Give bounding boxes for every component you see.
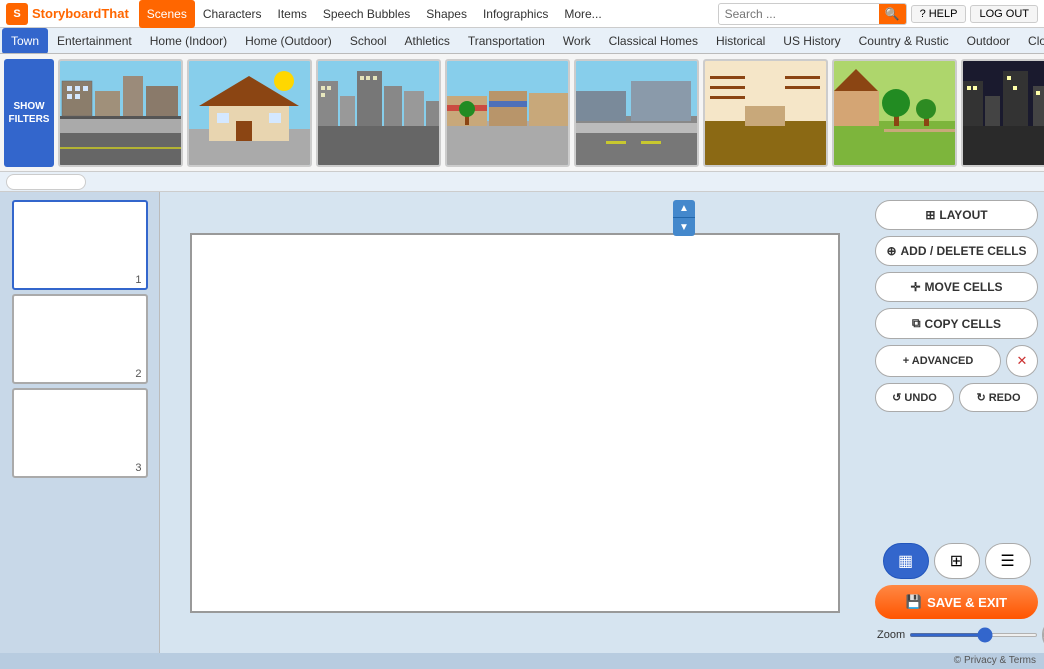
- undo-label: ↺ UNDO: [892, 391, 937, 404]
- page-thumb-1[interactable]: 1: [12, 200, 148, 290]
- pages-panel: 1 2 3: [0, 192, 160, 653]
- cat-home-indoor[interactable]: Home (Indoor): [141, 28, 236, 54]
- close-button[interactable]: ✕: [1006, 345, 1038, 377]
- nav-items[interactable]: Items: [270, 0, 315, 28]
- canvas-area: ▲ ▼: [160, 192, 869, 653]
- nav-characters[interactable]: Characters: [195, 0, 270, 28]
- layout-button[interactable]: ⊞ LAYOUT: [875, 200, 1038, 230]
- cat-us-history[interactable]: US History: [774, 28, 849, 54]
- copy-icon: ⧉: [912, 316, 921, 331]
- save-icon: 💾: [906, 594, 922, 610]
- add-delete-label: ADD / DELETE CELLS: [901, 244, 1027, 258]
- cat-work[interactable]: Work: [554, 28, 600, 54]
- logo[interactable]: S StoryboardThat: [6, 3, 129, 25]
- nav-more[interactable]: More...: [556, 0, 609, 28]
- nav-scenes[interactable]: Scenes: [139, 0, 195, 28]
- view-grid-1-icon: ▦: [898, 551, 913, 571]
- page-thumb-3[interactable]: 3: [12, 388, 148, 478]
- view-grid-1-button[interactable]: ▦: [883, 543, 929, 579]
- top-nav: S StoryboardThat Scenes Characters Items…: [0, 0, 1044, 28]
- scene-thumb-5[interactable]: [574, 59, 699, 167]
- nav-shapes[interactable]: Shapes: [418, 0, 475, 28]
- scene-thumb-1[interactable]: [58, 59, 183, 167]
- advanced-button[interactable]: + ADVANCED: [875, 345, 1001, 377]
- search-button[interactable]: 🔍: [879, 3, 906, 25]
- page-num-2: 2: [135, 368, 141, 380]
- logo-letter: S: [13, 8, 20, 20]
- save-exit-button[interactable]: 💾 SAVE & EXIT: [875, 585, 1038, 619]
- copy-cells-label: COPY CELLS: [925, 317, 1001, 331]
- move-cells-button[interactable]: ✛ MOVE CELLS: [875, 272, 1038, 302]
- privacy-bar: © Privacy & Terms: [0, 653, 1044, 669]
- cat-classical-homes[interactable]: Classical Homes: [600, 28, 707, 54]
- nav-speech-bubbles[interactable]: Speech Bubbles: [315, 0, 418, 28]
- scene-thumb-6[interactable]: [703, 59, 828, 167]
- cat-entertainment[interactable]: Entertainment: [48, 28, 141, 54]
- show-filters-button[interactable]: SHOW FILTERS: [4, 59, 54, 167]
- save-exit-label: SAVE & EXIT: [927, 595, 1007, 610]
- redo-label: ↻ REDO: [976, 391, 1020, 404]
- move-icon: ✛: [910, 280, 920, 294]
- logo-icon: S: [6, 3, 28, 25]
- view-grid-2-icon: ⊞: [950, 551, 963, 571]
- cat-town[interactable]: Town: [2, 28, 48, 54]
- copy-cells-button[interactable]: ⧉ COPY CELLS: [875, 308, 1038, 339]
- layout-icon: ⊞: [925, 208, 935, 222]
- filter-input[interactable]: [6, 174, 86, 190]
- layout-label: LAYOUT: [939, 208, 987, 222]
- cat-outdoor[interactable]: Outdoor: [958, 28, 1019, 54]
- cat-transportation[interactable]: Transportation: [459, 28, 554, 54]
- scroll-down-button[interactable]: ▼: [673, 218, 695, 236]
- scene-thumb-4[interactable]: [445, 59, 570, 167]
- scene-thumb-2[interactable]: [187, 59, 312, 167]
- search-input[interactable]: [719, 5, 879, 23]
- category-nav: Town Entertainment Home (Indoor) Home (O…: [0, 28, 1044, 54]
- view-grid-2-button[interactable]: ⊞: [934, 543, 980, 579]
- filter-bar: [0, 172, 1044, 192]
- redo-button[interactable]: ↻ REDO: [959, 383, 1038, 412]
- help-button[interactable]: ? HELP: [911, 5, 967, 23]
- scene-thumb-7[interactable]: [832, 59, 957, 167]
- cat-historical[interactable]: Historical: [707, 28, 774, 54]
- nav-infographics[interactable]: Infographics: [475, 0, 556, 28]
- privacy-text: © Privacy & Terms: [954, 655, 1036, 666]
- undo-button[interactable]: ↺ UNDO: [875, 383, 954, 412]
- cat-home-outdoor[interactable]: Home (Outdoor): [236, 28, 341, 54]
- advanced-row: + ADVANCED ✕: [875, 345, 1038, 377]
- view-list-button[interactable]: ☰: [985, 543, 1031, 579]
- cat-athletics[interactable]: Athletics: [396, 28, 459, 54]
- advanced-label: + ADVANCED: [903, 355, 974, 367]
- add-delete-icon: ⊕: [886, 244, 896, 258]
- add-delete-button[interactable]: ⊕ ADD / DELETE CELLS: [875, 236, 1038, 266]
- search-box: 🔍: [718, 3, 907, 25]
- storyboard-canvas[interactable]: [190, 233, 840, 613]
- scene-thumb-8[interactable]: [961, 59, 1044, 167]
- zoom-label: Zoom: [877, 629, 905, 641]
- zoom-row: Zoom ✕: [875, 625, 1038, 645]
- cat-country-rustic[interactable]: Country & Rustic: [850, 28, 958, 54]
- view-list-icon: ☰: [1000, 551, 1014, 571]
- zoom-slider[interactable]: [909, 633, 1038, 637]
- logo-text: StoryboardThat: [32, 6, 129, 21]
- main-area: 1 2 3 ▲ ▼ ⊞ LAYOUT ⊕ ADD / DELETE CELLS …: [0, 192, 1044, 653]
- logout-button[interactable]: LOG OUT: [970, 5, 1038, 23]
- scene-thumb-3[interactable]: [316, 59, 441, 167]
- move-cells-label: MOVE CELLS: [925, 280, 1003, 294]
- undo-redo-row: ↺ UNDO ↻ REDO: [875, 383, 1038, 412]
- page-num-3: 3: [135, 462, 141, 474]
- page-num-1: 1: [135, 274, 141, 286]
- cat-school[interactable]: School: [341, 28, 396, 54]
- cat-close-ups[interactable]: Close Ups: [1019, 28, 1044, 54]
- close-icon: ✕: [1017, 353, 1028, 369]
- scene-bar: SHOW FILTERS: [0, 54, 1044, 172]
- right-panel: ⊞ LAYOUT ⊕ ADD / DELETE CELLS ✛ MOVE CEL…: [869, 192, 1044, 653]
- view-buttons: ▦ ⊞ ☰: [875, 543, 1038, 579]
- scroll-up-button[interactable]: ▲: [673, 200, 695, 218]
- page-thumb-2[interactable]: 2: [12, 294, 148, 384]
- up-down-buttons: ▲ ▼: [673, 200, 695, 236]
